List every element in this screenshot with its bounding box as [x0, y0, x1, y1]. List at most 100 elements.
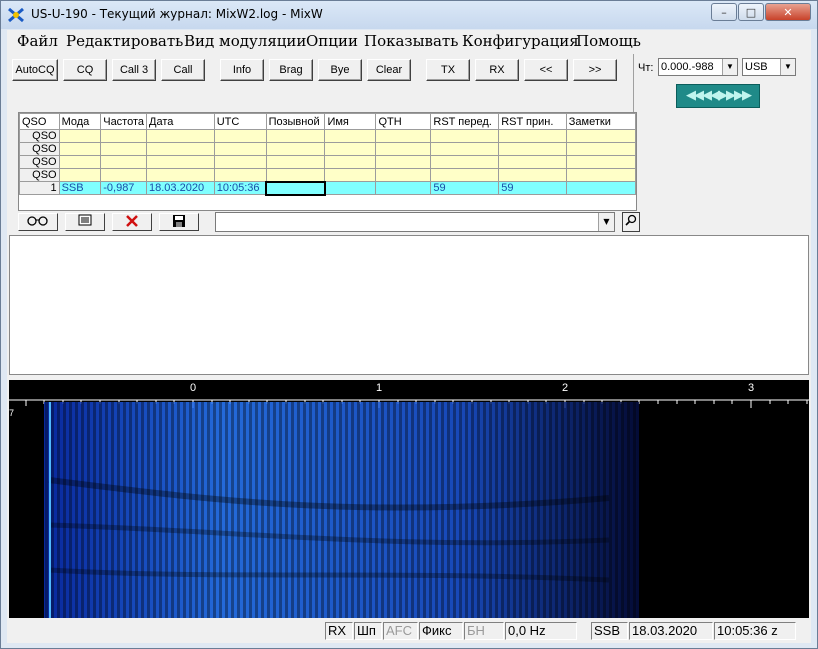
app-window: US-U-190 - Текущий журнал: MixW2.log - M… [0, 0, 818, 649]
menu-configuration[interactable]: Конфигурация [462, 32, 579, 50]
clear-button[interactable]: Clear [367, 59, 411, 81]
waterfall-display[interactable]: 0 1 2 3 7 [9, 380, 809, 618]
log-table: QSO Мода Частота Дата UTC Позывной Имя Q… [18, 112, 637, 211]
waterfall-graphic [9, 380, 809, 618]
row-label: QSO [19, 155, 60, 169]
title-bar[interactable]: US-U-190 - Текущий журнал: MixW2.log - M… [1, 1, 817, 29]
col-rst-rcvd[interactable]: RST прин. [498, 113, 567, 130]
tx-button[interactable]: TX [426, 59, 470, 81]
cell-date[interactable]: 18.03.2020 [146, 181, 215, 195]
log-header-row: QSO Мода Частота Дата UTC Позывной Имя Q… [19, 113, 637, 130]
cell-qth[interactable] [375, 181, 432, 195]
status-squelch[interactable]: Шп [354, 622, 382, 640]
status-afc[interactable]: AFC [383, 622, 418, 640]
info-button[interactable]: Info [220, 59, 264, 81]
menu-file[interactable]: Файл [17, 32, 58, 50]
menu-edit[interactable]: Редактировать [66, 32, 183, 50]
lookup-button[interactable] [18, 213, 58, 231]
status-date: 18.03.2020 [629, 622, 713, 640]
brag-button[interactable]: Brag [269, 59, 313, 81]
receive-text-area[interactable] [9, 235, 809, 375]
cell-rst-rcvd[interactable]: 59 [498, 181, 567, 195]
table-row[interactable]: QSO [19, 129, 637, 143]
frequency-value: 0.000.-988 [661, 61, 714, 73]
channel-label: Чт: [638, 62, 654, 74]
scale-label-2: 2 [562, 382, 569, 394]
search-button[interactable] [622, 212, 640, 232]
delete-button[interactable] [112, 213, 152, 231]
chevron-down-icon[interactable]: ▼ [780, 59, 795, 75]
bye-button[interactable]: Bye [318, 59, 362, 81]
row-label: QSO [19, 142, 60, 156]
log-toolbar: ▼ [18, 211, 640, 233]
cell-rst-sent[interactable]: 59 [430, 181, 500, 195]
cq-button[interactable]: CQ [63, 59, 107, 81]
close-button[interactable]: ✕ [765, 3, 811, 21]
status-rx[interactable]: RX [325, 622, 353, 640]
sideband-combo[interactable]: USB ▼ [742, 58, 796, 76]
col-frequency[interactable]: Частота [100, 113, 148, 130]
macro-prev-button[interactable]: << [524, 59, 568, 81]
status-bar: RX Шп AFC Фикс БН 0,0 Hz SSB 18.03.2020 … [7, 620, 811, 642]
chevron-down-icon[interactable]: ▼ [598, 213, 614, 231]
scale-label-0: 0 [190, 382, 197, 394]
glasses-icon [27, 216, 48, 226]
status-fix[interactable]: Фикс [419, 622, 463, 640]
table-row[interactable]: QSO [19, 155, 637, 169]
search-icon [625, 214, 637, 226]
row-number: 1 [19, 181, 60, 195]
col-rst-sent[interactable]: RST перед. [430, 113, 500, 130]
waterfall-left-mark: 7 [9, 408, 15, 418]
status-mode[interactable]: SSB [591, 622, 628, 640]
menu-view[interactable]: Показывать [364, 32, 458, 50]
cell-callsign[interactable] [265, 180, 326, 196]
logbook-button[interactable] [65, 213, 105, 231]
frequency-combo[interactable]: 0.000.-988 ▼ [658, 58, 738, 76]
cell-name[interactable] [324, 181, 377, 195]
chevron-down-icon[interactable]: ▼ [722, 59, 737, 75]
current-qso-row[interactable]: 1 SSB -0,987 18.03.2020 10:05:36 59 59 [19, 180, 637, 196]
save-icon [173, 215, 185, 227]
col-qth[interactable]: QTH [375, 113, 432, 130]
col-notes[interactable]: Заметки [565, 113, 637, 130]
autocq-button[interactable]: AutoCQ [12, 59, 58, 81]
menu-bar: Файл Редактировать Вид модуляции Опции П… [7, 30, 811, 52]
col-date[interactable]: Дата [146, 113, 215, 130]
col-utc[interactable]: UTC [213, 113, 267, 130]
menu-options[interactable]: Опции [306, 32, 358, 50]
status-offset: 0,0 Hz [505, 622, 577, 640]
macro-toolbar: AutoCQ CQ Call 3 Call Info Brag Bye Clea… [7, 54, 632, 86]
table-row[interactable]: QSO [19, 168, 637, 182]
status-nb[interactable]: БН [464, 622, 504, 640]
scale-label-1: 1 [376, 382, 383, 394]
row-label: QSO [19, 129, 60, 143]
cell-utc[interactable]: 10:05:36 [213, 181, 267, 195]
table-row[interactable]: QSO [19, 142, 637, 156]
call3-button[interactable]: Call 3 [112, 59, 156, 81]
cell-frequency[interactable]: -0,987 [100, 181, 148, 195]
col-mode[interactable]: Мода [58, 113, 102, 130]
save-button[interactable] [159, 213, 199, 231]
cell-mode[interactable]: SSB [58, 181, 102, 195]
menu-help[interactable]: Помощь [576, 32, 641, 50]
log-search-combo[interactable]: ▼ [215, 212, 615, 232]
call-button[interactable]: Call [161, 59, 205, 81]
menu-modulation[interactable]: Вид модуляции [184, 32, 306, 50]
scale-label-3: 3 [748, 382, 755, 394]
rx-button[interactable]: RX [475, 59, 519, 81]
cell-notes[interactable] [565, 181, 637, 195]
logbook-icon [78, 214, 92, 226]
col-name[interactable]: Имя [324, 113, 377, 130]
col-qso[interactable]: QSO [19, 113, 60, 130]
minimize-button[interactable]: – [711, 3, 737, 21]
window-title: US-U-190 - Текущий журнал: MixW2.log - M… [31, 7, 323, 21]
tune-arrows-button[interactable]: ◀◀◀◀▶▶▶▶ [676, 84, 760, 108]
col-callsign[interactable]: Позывной [265, 113, 326, 130]
macro-next-button[interactable]: >> [573, 59, 617, 81]
row-label: QSO [19, 168, 60, 182]
status-time: 10:05:36 z [714, 622, 796, 640]
delete-icon [126, 215, 138, 227]
sideband-value: USB [745, 61, 768, 73]
maximize-button[interactable]: □ [738, 3, 764, 21]
client-area: Файл Редактировать Вид модуляции Опции П… [7, 30, 811, 643]
